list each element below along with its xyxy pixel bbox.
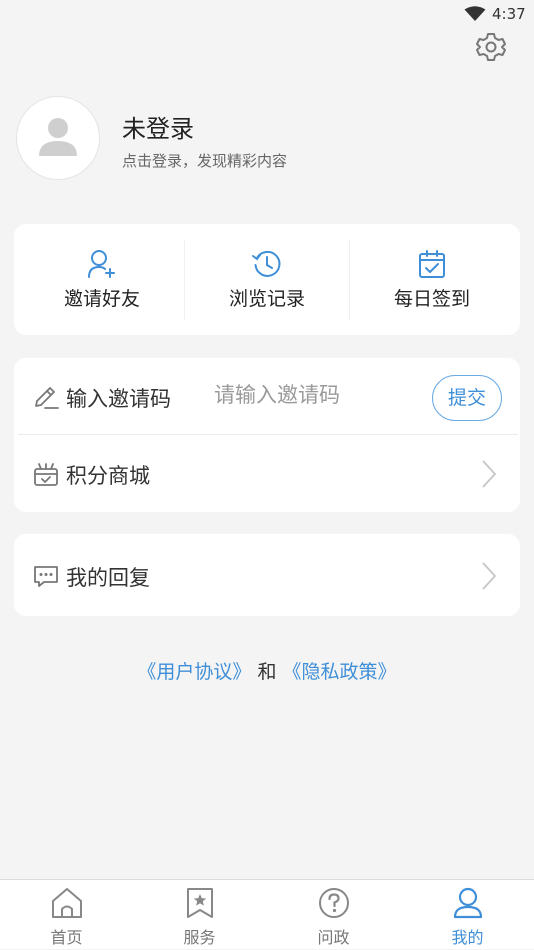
quick-action-label: 每日签到 — [393, 288, 470, 310]
points-mall-row[interactable]: 积分商城 — [14, 435, 520, 511]
my-replies-card: 我的回复 — [14, 534, 520, 616]
gift-icon — [34, 463, 58, 486]
and-text: 和 — [257, 661, 277, 683]
user-agreement-link[interactable]: 《用户协议》 — [137, 661, 251, 683]
calendar-check-icon — [419, 250, 445, 278]
invite-code-row: 输入邀请码 提交 — [14, 358, 520, 434]
pencil-icon — [35, 387, 59, 409]
status-bar: 4:37 — [0, 0, 534, 28]
privacy-policy-link[interactable]: 《隐私政策》 — [283, 661, 397, 683]
gear-icon[interactable] — [475, 31, 507, 63]
tab-home[interactable]: 首页 — [0, 880, 133, 950]
my-replies-label: 我的回复 — [66, 566, 150, 590]
chevron-right-icon — [482, 562, 497, 590]
avatar[interactable] — [16, 96, 100, 180]
wifi-icon — [464, 6, 486, 21]
invite-friends-button[interactable]: 邀请好友 — [20, 224, 184, 335]
tab-label: 首页 — [50, 928, 83, 947]
user-icon — [453, 887, 482, 919]
bottom-tab-bar: 首页 服务 问政 我的 — [0, 879, 534, 949]
my-replies-row[interactable]: 我的回复 — [14, 537, 520, 613]
chat-bubble-icon — [34, 566, 58, 587]
tab-label: 服务 — [183, 928, 216, 947]
tab-services[interactable]: 服务 — [133, 880, 266, 950]
status-time: 4:37 — [492, 5, 526, 23]
browse-history-button[interactable]: 浏览记录 — [185, 224, 349, 335]
quick-actions-card: 邀请好友 浏览记录 每日签到 — [14, 224, 520, 335]
history-icon — [252, 250, 281, 277]
tab-label: 我的 — [451, 928, 484, 947]
agreement-links: 《用户协议》 和 《隐私政策》 — [0, 657, 534, 684]
login-status[interactable]: 未登录 — [122, 109, 194, 144]
quick-action-label: 邀请好友 — [63, 288, 140, 310]
add-user-icon — [88, 250, 115, 278]
question-icon — [318, 888, 349, 918]
tab-mine[interactable]: 我的 — [401, 880, 534, 950]
invite-code-input[interactable] — [214, 378, 414, 412]
login-hint[interactable]: 点击登录，发现精彩内容 — [122, 150, 287, 171]
tab-inquiry[interactable]: 问政 — [267, 880, 400, 950]
chevron-right-icon — [482, 460, 497, 488]
submit-button[interactable]: 提交 — [432, 375, 502, 421]
daily-checkin-button[interactable]: 每日签到 — [350, 224, 514, 335]
quick-action-label: 浏览记录 — [228, 288, 305, 310]
bookmark-star-icon — [186, 888, 213, 918]
points-mall-label: 积分商城 — [66, 464, 150, 488]
default-avatar-icon — [39, 118, 77, 156]
home-icon — [51, 888, 82, 918]
invite-code-label: 输入邀请码 — [66, 387, 171, 411]
tab-label: 问政 — [317, 928, 350, 947]
menu-card: 输入邀请码 提交 积分商城 — [14, 358, 520, 512]
